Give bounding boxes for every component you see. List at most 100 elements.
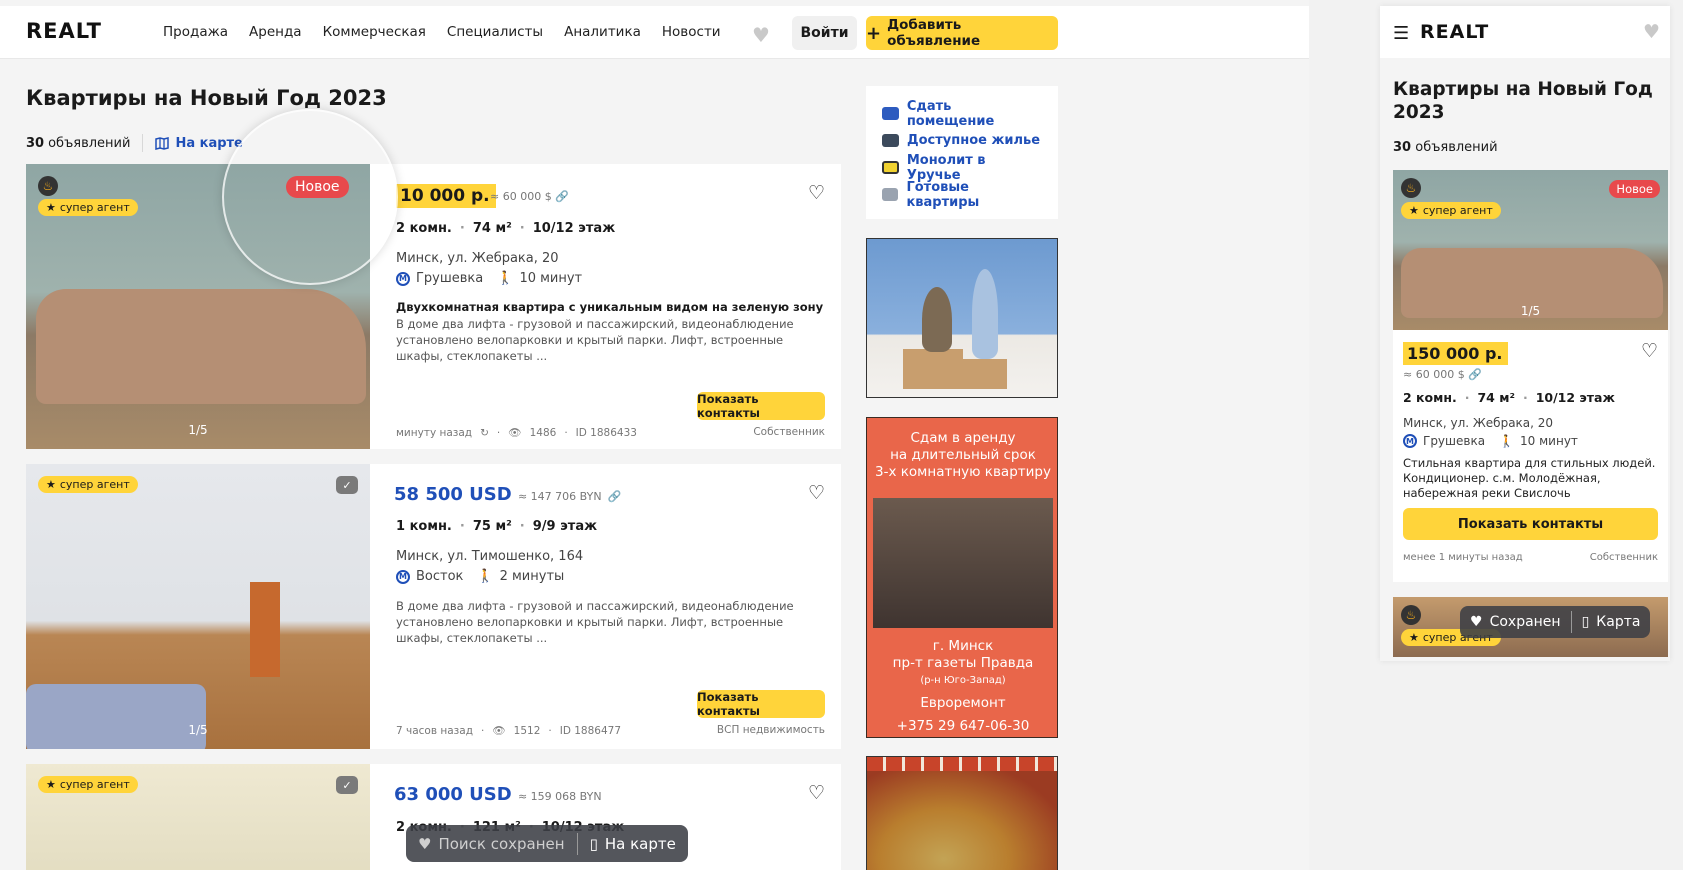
person-image [972, 269, 998, 359]
map-button[interactable]: ▯ Карта [1572, 614, 1651, 630]
box-image [903, 349, 963, 389]
new-badge: Новое [1609, 180, 1660, 198]
super-agent-badge: ★ супер агент [38, 776, 138, 793]
nav-specialists[interactable]: Специалисты [447, 24, 543, 40]
door-image [250, 582, 280, 677]
search-saved-button[interactable]: ♥ Поиск сохранен [406, 835, 577, 853]
ad-banner-carpets[interactable] [866, 756, 1058, 870]
mobile-frame: ☰ REALT ♥ Квартиры на Новый Год 2023 30 … [1380, 6, 1670, 661]
bottom-action-bar: ♥ Поиск сохранен ▯ На карте [406, 825, 688, 862]
login-button[interactable]: Войти [792, 16, 857, 50]
walk-icon: 🚶 [1499, 434, 1515, 448]
refresh-icon: ↻ [480, 426, 489, 439]
metro-info: M Грушевка 🚶 10 минут [396, 271, 582, 286]
mobile-listing-card[interactable]: ♨ ★ супер агент Новое 1/5 150 000 р. ♡ ≈ … [1393, 170, 1668, 582]
sofa-image [36, 289, 366, 404]
site-logo[interactable]: REALT [26, 19, 102, 43]
listing-owner: Собственник [753, 426, 825, 438]
listing-info: 10 000 р. ≈ 60 000 $ 🔗 ♡ 2 комн. · 74 м² · 1… [386, 164, 841, 449]
eye-icon: 👁 [492, 725, 506, 737]
listing-card[interactable]: ♨ ★ супер агент 1/5 10 000 р. ≈ 60 000 $ … [26, 109, 841, 449]
star-icon: ★ [46, 201, 56, 214]
person-image [922, 287, 952, 352]
monolit-icon [882, 161, 899, 174]
show-contacts-button[interactable]: Показать контакты [697, 392, 825, 420]
main-nav: Продажа Аренда Коммерческая Специалисты … [163, 24, 721, 40]
nav-rent[interactable]: Аренда [249, 24, 302, 40]
mobile-results-count: 30 объявлений [1393, 140, 1498, 155]
sidebar-link-rent-premises[interactable]: Сдать помещение [882, 99, 1042, 129]
listing-desc: Стильная квартира для стильных людей. Ко… [1403, 456, 1656, 500]
favorite-heart-icon[interactable]: ♡ [808, 182, 825, 204]
nav-analytics[interactable]: Аналитика [564, 24, 641, 40]
listing-card[interactable]: ★ супер агент ✓ 1/5 58 500 USD ≈ 147 706 … [26, 464, 841, 749]
desktop-frame: REALT Продажа Аренда Коммерческая Специа… [0, 0, 1309, 870]
map-icon: ▯ [589, 834, 598, 853]
metro-icon: M [1403, 434, 1417, 448]
results-count-label: объявлений [48, 135, 131, 151]
map-link-label: На карте [175, 135, 243, 151]
results-count-row: 30 объявлений На карте [26, 134, 243, 152]
add-listing-label: Добавить объявление [887, 17, 981, 49]
walk-icon: 🚶 [477, 569, 494, 584]
listing-desc-title: Двухкомнатная квартира с уникальным видо… [396, 300, 824, 314]
fire-icon: ♨ [38, 176, 58, 196]
listing-address: Минск, ул. Тимошенко, 164 [396, 549, 584, 564]
star-icon: ★ [46, 778, 56, 791]
link-icon: 🔗 [555, 190, 569, 203]
listing-meta: минуту назад ↻ · 👁 1486 · ID 1886433 [396, 426, 637, 440]
listing-desc: В доме два лифта - грузовой и пассажирск… [396, 599, 794, 645]
sidebar-link-ready-apartments[interactable]: Готовые квартиры [882, 180, 1042, 210]
heart-check-icon: ♥ [1470, 614, 1483, 630]
map-icon [155, 136, 170, 150]
map-link[interactable]: На карте [155, 135, 243, 151]
city-icon [882, 188, 899, 201]
listing-price: 150 000 р. [1403, 342, 1509, 365]
favorites-heart-icon[interactable]: ♥ [1643, 21, 1660, 43]
ad-banner-rent[interactable]: Сдам в аренду на длительный срок 3-х ком… [866, 417, 1058, 738]
metro-info: M Грушевка 🚶 10 минут [1403, 434, 1578, 448]
mobile-logo[interactable]: REALT [1420, 21, 1489, 43]
header: REALT Продажа Аренда Коммерческая Специа… [0, 6, 1309, 59]
show-contacts-button[interactable]: Показать контакты [1403, 508, 1658, 540]
apartment-photo [873, 498, 1053, 628]
favorite-heart-icon[interactable]: ♡ [808, 782, 825, 804]
metro-icon: M [396, 271, 410, 286]
verified-check-icon: ✓ [336, 776, 358, 794]
star-icon: ★ [46, 478, 56, 491]
nav-news[interactable]: Новости [662, 24, 721, 40]
star-icon: ★ [1409, 631, 1419, 644]
listing-owner: ВСП недвижимость [716, 724, 825, 736]
menu-icon[interactable]: ☰ [1393, 23, 1409, 44]
listing-photo[interactable]: ♨ ★ супер агент Новое 1/5 [1393, 170, 1668, 330]
map-button[interactable]: ▯ На карте [578, 835, 688, 853]
sidebar-links: Сдать помещение Доступное жилье Монолит … [866, 86, 1058, 219]
mobile-header: ☰ REALT ♥ [1380, 6, 1670, 58]
price-alt: ≈ 60 000 $ 🔗 [1403, 368, 1482, 381]
super-agent-badge: ★ супер агент [1401, 202, 1501, 219]
sidebar-link-affordable-housing[interactable]: Доступное жилье [882, 127, 1042, 154]
divider [142, 134, 144, 152]
photo-counter: 1/5 [188, 423, 208, 437]
favorites-heart-icon[interactable]: ♥ [752, 23, 770, 47]
nav-sale[interactable]: Продажа [163, 24, 228, 40]
favorite-heart-icon[interactable]: ♡ [1641, 340, 1658, 362]
box-image [962, 359, 1007, 389]
photo-counter: 1/5 [188, 723, 208, 737]
plus-icon: + [866, 22, 882, 44]
house-icon [882, 134, 899, 147]
listing-price: 63 000 USD ≈ 159 068 BYN [394, 784, 602, 805]
nav-commercial[interactable]: Коммерческая [323, 24, 426, 40]
mobile-bottom-bar: ♥ Сохранен ▯ Карта [1460, 606, 1651, 638]
show-contacts-button[interactable]: Показать контакты [697, 690, 825, 718]
verified-check-icon: ✓ [336, 476, 358, 494]
favorite-heart-icon[interactable]: ♡ [808, 482, 825, 504]
walk-icon: 🚶 [497, 271, 514, 286]
listing-info: 58 500 USD ≈ 147 706 BYN 🔗 ♡ 1 комн. · 75 … [386, 464, 841, 749]
ad-banner-moving[interactable] [866, 238, 1058, 398]
listing-photo[interactable]: ★ супер агент ✓ 1/5 [26, 464, 370, 749]
sidebar-link-monolit[interactable]: Монолит в Уручье [882, 153, 1042, 183]
add-listing-button[interactable]: + Добавить объявление [866, 16, 1058, 50]
saved-button[interactable]: ♥ Сохранен [1460, 614, 1571, 630]
listing-photo[interactable]: ★ супер агент ✓ [26, 764, 370, 870]
